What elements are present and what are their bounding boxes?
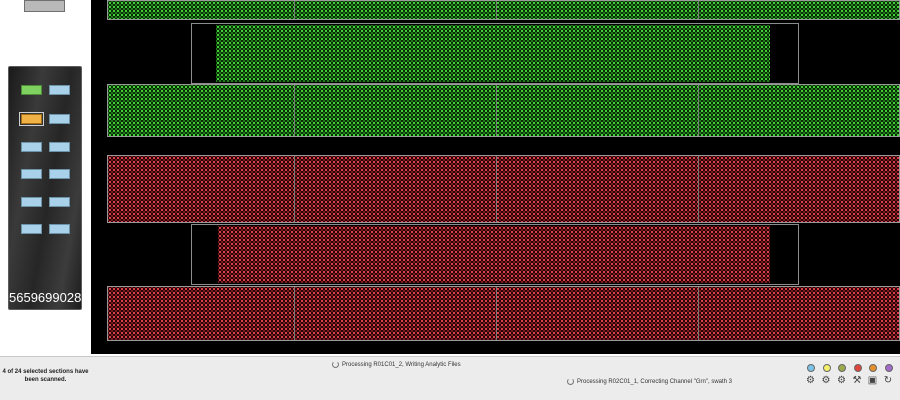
status-light-yellow-icon — [822, 364, 831, 372]
section-r03c01[interactable] — [21, 142, 42, 152]
section-r04c01[interactable] — [21, 169, 42, 179]
red-swath-row-1 — [107, 155, 900, 223]
status-light-olive-icon — [838, 364, 846, 372]
status-light-red-icon — [853, 364, 862, 372]
status-light-blue-icon — [807, 364, 815, 372]
green-tile-preview — [191, 23, 799, 84]
scan-progress-text: 4 of 24 selected sections have been scan… — [2, 369, 89, 383]
camera-icon[interactable]: ▣ — [867, 375, 878, 386]
section-r02c01[interactable] — [19, 112, 44, 126]
processing-status-2: Processing R02C01_1, Correcting Channel … — [567, 378, 732, 385]
navigator-button[interactable] — [24, 0, 65, 12]
scan-image-viewer[interactable] — [91, 0, 900, 354]
section-r04c02[interactable] — [49, 169, 70, 179]
section-r01c01[interactable] — [21, 85, 42, 95]
slide-navigator: 5659699028 — [0, 0, 91, 356]
section-r03c02[interactable] — [49, 142, 70, 152]
section-r05c02[interactable] — [49, 197, 70, 207]
processing-status-1: Processing R01C01_2, Writing Analytic Fi… — [332, 361, 461, 368]
barcode-label: 5659699028 — [9, 290, 82, 305]
refresh-icon[interactable]: ↻ — [883, 375, 894, 386]
section-r06c01[interactable] — [21, 224, 42, 234]
red-swath-row-2 — [107, 286, 900, 341]
spinner-icon — [567, 378, 574, 385]
gear-icon[interactable]: ⚙ — [836, 375, 847, 386]
section-r05c01[interactable] — [21, 197, 42, 207]
green-swath-row-1 — [107, 0, 900, 20]
status-light-purple-icon — [884, 364, 893, 372]
beadchip-slide: 5659699028 — [8, 66, 82, 310]
processing-status-2-text: Processing R02C01_1, Correcting Channel … — [577, 378, 733, 385]
gear-icon[interactable]: ⚙ — [805, 375, 816, 386]
status-light-orange-icon — [869, 364, 877, 372]
red-tile-preview — [191, 224, 799, 285]
section-r02c02[interactable] — [49, 114, 70, 124]
gear-icon[interactable]: ⚙ — [821, 375, 832, 386]
green-swath-row-2 — [107, 84, 900, 137]
section-r06c02[interactable] — [49, 224, 70, 234]
section-r01c02[interactable] — [49, 85, 70, 95]
processing-status-1-text: Processing R01C01_2, Writing Analytic Fi… — [342, 361, 461, 368]
wrench-icon[interactable]: ⚒ — [852, 375, 863, 386]
spinner-icon — [332, 361, 339, 368]
